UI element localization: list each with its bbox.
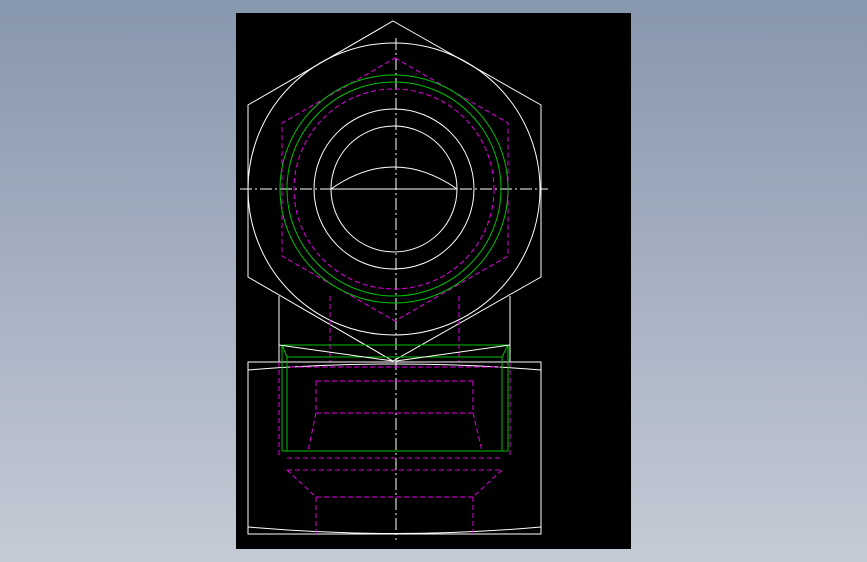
chamfer-left-diagonal (278, 344, 394, 362)
hidden-taper-right (472, 412, 483, 452)
outer-hexagon (247, 20, 542, 362)
thread-top-right-chamfer (501, 344, 509, 358)
hidden-bore-section (278, 362, 511, 534)
side-outer-rect (247, 361, 542, 535)
cad-viewport[interactable] (236, 13, 631, 549)
chamfer-right-diagonal (395, 344, 511, 362)
hidden-taper-left (307, 412, 317, 452)
hidden-cone-right (472, 469, 503, 498)
hidden-cone-left (286, 469, 317, 498)
bore-arc (330, 166, 458, 190)
side-view (247, 344, 542, 535)
top-view (240, 20, 548, 540)
thread-top-left-chamfer (281, 344, 288, 358)
body-transition (278, 296, 511, 362)
cad-drawing (240, 20, 548, 540)
bottom-chamfer-curve (247, 526, 542, 534)
